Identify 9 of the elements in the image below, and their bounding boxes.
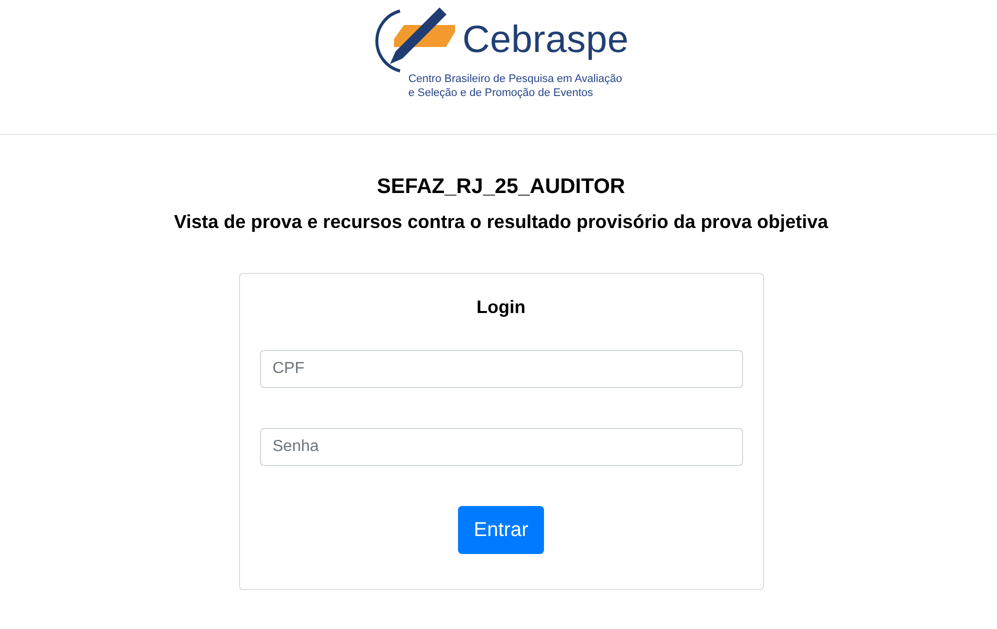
- input-field[interactable]: CPF: [260, 350, 742, 388]
- exam-title: SEFAZ_RJ_25_AUDITOR: [376, 174, 626, 200]
- input-field[interactable]: Senha: [260, 428, 742, 466]
- brand-name: Cebraspe: [462, 18, 629, 62]
- exam-subtitle: Vista de prova e recursos contra o resultado provisório da prova objetiva: [174, 210, 828, 234]
- brand-tagline: e Seleção e de Promoção de Eventos: [408, 86, 594, 100]
- brand-tagline: Centro Brasileiro de Pesquisa em Avaliação: [408, 72, 624, 86]
- submit-button[interactable]: Entrar: [458, 506, 544, 554]
- login-heading: Login: [476, 296, 526, 319]
